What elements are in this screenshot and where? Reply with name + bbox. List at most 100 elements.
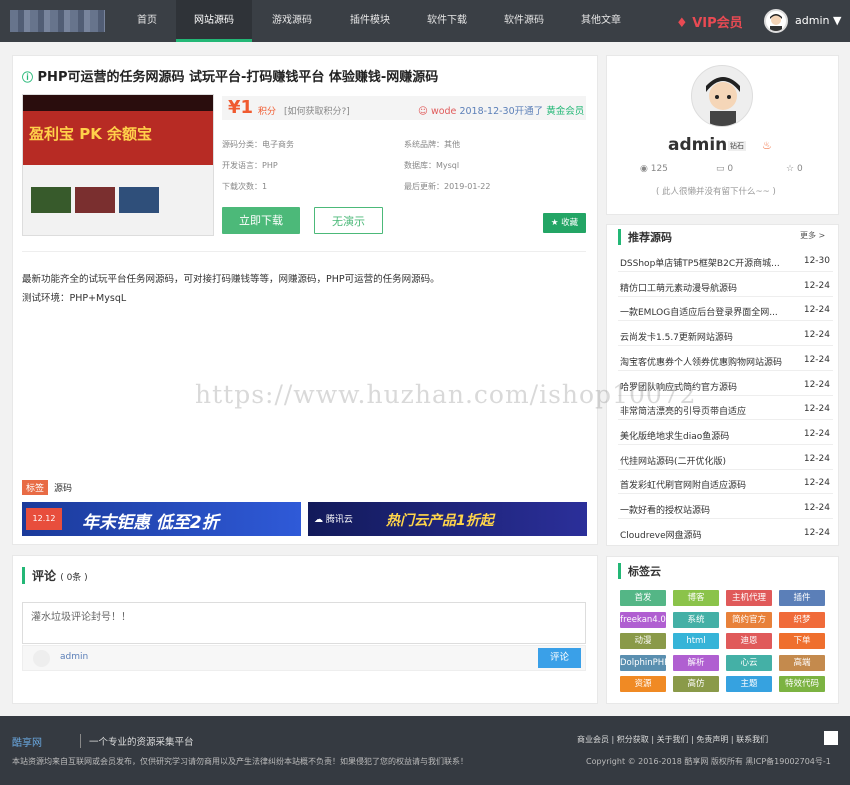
tag-item[interactable]: 高仿 xyxy=(673,676,719,692)
nav-other-articles[interactable]: 其他文章 xyxy=(571,0,631,42)
recommend-item-date: 12-24 xyxy=(803,428,830,439)
recommend-item-title: 淘宝客优惠券个人领券优惠购物网站源码 xyxy=(620,357,783,368)
stats-icon[interactable] xyxy=(824,731,838,745)
tag-item[interactable]: 下单 xyxy=(779,633,825,649)
recommend-divider xyxy=(618,320,833,322)
top-nav: 首页 网站源码 游戏源码 插件模块 软件下载 软件源码 其他文章 ♦ VIP会员… xyxy=(0,0,850,42)
vip-user: wode xyxy=(430,106,457,117)
tag-item[interactable]: 资源 xyxy=(620,676,666,692)
footer-logo[interactable]: 酷享网 xyxy=(12,734,42,749)
recommend-divider xyxy=(618,345,833,347)
recommend-item-title: 一款好看的授权站源码 xyxy=(620,506,711,516)
tag-item[interactable]: 迪恩 xyxy=(726,633,772,649)
tag-item[interactable]: 解析 xyxy=(673,654,719,671)
tag-item[interactable]: 动漫 xyxy=(620,633,666,649)
recommend-item[interactable]: 精仿口工萌元素动漫导航源码 12-24 xyxy=(620,281,830,294)
recommend-title: 推荐源码 xyxy=(618,229,672,245)
tag-item[interactable]: 简约官方 xyxy=(726,611,772,628)
tag-item[interactable]: 织梦 xyxy=(779,611,825,628)
recommend-item[interactable]: 代挂网站源码(二开优化版) 12-24 xyxy=(620,454,830,467)
meta-brand: 系统品牌：其他 xyxy=(404,140,460,149)
tag-item[interactable]: 首发 xyxy=(620,590,666,606)
comments-count: ( 0条 ) xyxy=(60,573,88,583)
promo-banner-1[interactable]: 12.12 年末钜惠 低至2折 xyxy=(22,502,301,536)
caret-down-icon: ▼ xyxy=(832,14,842,27)
footer-link-vip[interactable]: 商业会员 xyxy=(577,735,609,744)
recommend-item-title: 代挂网站源码(二开优化版) xyxy=(620,456,727,467)
nav-software-download[interactable]: 软件下载 xyxy=(417,0,477,42)
user-avatar[interactable] xyxy=(764,9,788,33)
footer-link-points[interactable]: 积分获取 xyxy=(617,735,649,744)
recommend-divider xyxy=(618,518,833,519)
nav-plugins[interactable]: 插件模块 xyxy=(340,0,400,42)
footer-link-contact[interactable]: 联系我们 xyxy=(736,735,768,744)
profile-badge: 钻石 xyxy=(728,141,746,151)
comment-textarea[interactable]: 灌水垃圾评论封号！！ xyxy=(22,602,586,644)
tag-item[interactable]: 主机代理 xyxy=(726,590,772,606)
recommend-item-date: 12-24 xyxy=(803,330,830,341)
demo-button[interactable]: 无演示 xyxy=(314,207,383,234)
submit-comment-button[interactable]: 评论 xyxy=(538,648,581,668)
recommend-item[interactable]: 云尚发卡1.5.7更新网站源码 12-24 xyxy=(620,330,830,343)
tag-item[interactable]: 心云 xyxy=(726,654,772,671)
nav-software-source[interactable]: 软件源码 xyxy=(494,0,554,42)
recommend-item[interactable]: Cloudreve网盘源码 12-24 xyxy=(620,528,830,541)
recommend-divider xyxy=(618,271,833,272)
footer-links: 商业会员 | 积分获取 | 关于我们 | 免责声明 | 联系我们 xyxy=(577,735,769,744)
meta-database: 数据库：Mysql xyxy=(404,161,460,170)
tag-item[interactable]: 特效代码 xyxy=(779,676,825,692)
price-unit: 积分 xyxy=(258,107,277,117)
promo-banner-2[interactable]: ☁ 腾讯云 热门云产品1折起 xyxy=(308,502,587,536)
recommend-item-title: Cloudreve网盘源码 xyxy=(620,530,702,541)
recommend-item-date: 12-24 xyxy=(803,453,830,464)
recommend-item[interactable]: DSShop单店铺TP5框架B2C开源商城... 12-30 xyxy=(620,256,830,269)
tag-cloud-title: 标签云 xyxy=(618,563,661,579)
tag-item[interactable]: 插件 xyxy=(779,590,825,606)
thumb-game-3 xyxy=(119,187,159,213)
recommend-item-title: DSShop单店铺TP5框架B2C开源商城... xyxy=(620,259,780,269)
recommend-item[interactable]: 首发彩虹代刷官网附自适应源码 12-24 xyxy=(620,478,830,491)
recommend-divider xyxy=(618,295,833,297)
tag-item[interactable]: DolphinPHP xyxy=(620,654,666,671)
thumb-game-2 xyxy=(75,187,115,213)
footer-link-disclaimer[interactable]: 免责声明 xyxy=(696,735,728,744)
nav-game-source[interactable]: 游戏源码 xyxy=(262,0,322,42)
star-outline-icon: ☆ xyxy=(786,164,795,174)
download-button[interactable]: 立即下载 xyxy=(222,207,300,234)
recommend-item[interactable]: 一款EMLOG自适应后台登录界面全网... 12-24 xyxy=(620,305,830,318)
product-title-text: PHP可运营的任务网源码 试玩平台-打码赚钱平台 体验赚钱-网赚源码 xyxy=(37,70,439,85)
profile-comments: ▭ 0 xyxy=(716,164,733,174)
tag-item[interactable]: html xyxy=(673,633,719,649)
recommend-item[interactable]: 美化版绝地求生diao鱼源码 12-24 xyxy=(620,429,830,442)
profile-avatar[interactable] xyxy=(691,65,753,127)
vip-link[interactable]: ♦ VIP会员 xyxy=(676,12,743,31)
product-title: ⓘ PHP可运营的任务网源码 试玩平台-打码赚钱平台 体验赚钱-网赚源码 xyxy=(22,66,438,85)
tag-item[interactable]: 博客 xyxy=(673,590,719,606)
recommend-item-title: 云尚发卡1.5.7更新网站源码 xyxy=(620,333,733,344)
footer-link-about[interactable]: 关于我们 xyxy=(657,735,689,744)
banner-2-brand: ☁ 腾讯云 xyxy=(314,512,353,525)
comment-toolbar: admin 评论 xyxy=(22,645,586,671)
tag-item[interactable]: 高端 xyxy=(779,654,825,671)
tag-value-link[interactable]: 源码 xyxy=(54,481,72,494)
recommend-item[interactable]: 一款好看的授权站源码 12-24 xyxy=(620,503,830,516)
recommend-item[interactable]: 淘宝客优惠券个人领券优惠购物网站源码 12-24 xyxy=(620,355,830,368)
recommend-item-title: 精仿口工萌元素动漫导航源码 xyxy=(620,283,738,294)
tag-item[interactable]: 主题 xyxy=(726,676,772,692)
flame-icon: ♨ xyxy=(762,139,772,152)
collect-button[interactable]: ★ 收藏 xyxy=(543,213,586,233)
user-menu[interactable]: admin ▼ xyxy=(795,14,841,27)
recommend-more-link[interactable]: 更多 > xyxy=(800,230,825,241)
price-value: ¥1 xyxy=(228,97,254,118)
profile-views: ◉ 125 xyxy=(640,164,668,174)
diamond-icon: ♦ xyxy=(676,16,688,31)
recommend-divider xyxy=(618,443,833,445)
tag-item[interactable]: freekan4.0 xyxy=(620,611,666,628)
site-logo[interactable] xyxy=(10,10,105,32)
nav-website-source[interactable]: 网站源码 xyxy=(176,0,252,42)
points-help-link[interactable]: [如何获取积分?] xyxy=(284,104,350,117)
tag-item[interactable]: 系统 xyxy=(673,611,719,628)
product-thumbnail[interactable]: 盈利宝 PK 余额宝 xyxy=(22,94,214,236)
recommend-item-date: 12-24 xyxy=(803,305,830,316)
nav-home[interactable]: 首页 xyxy=(124,0,170,42)
